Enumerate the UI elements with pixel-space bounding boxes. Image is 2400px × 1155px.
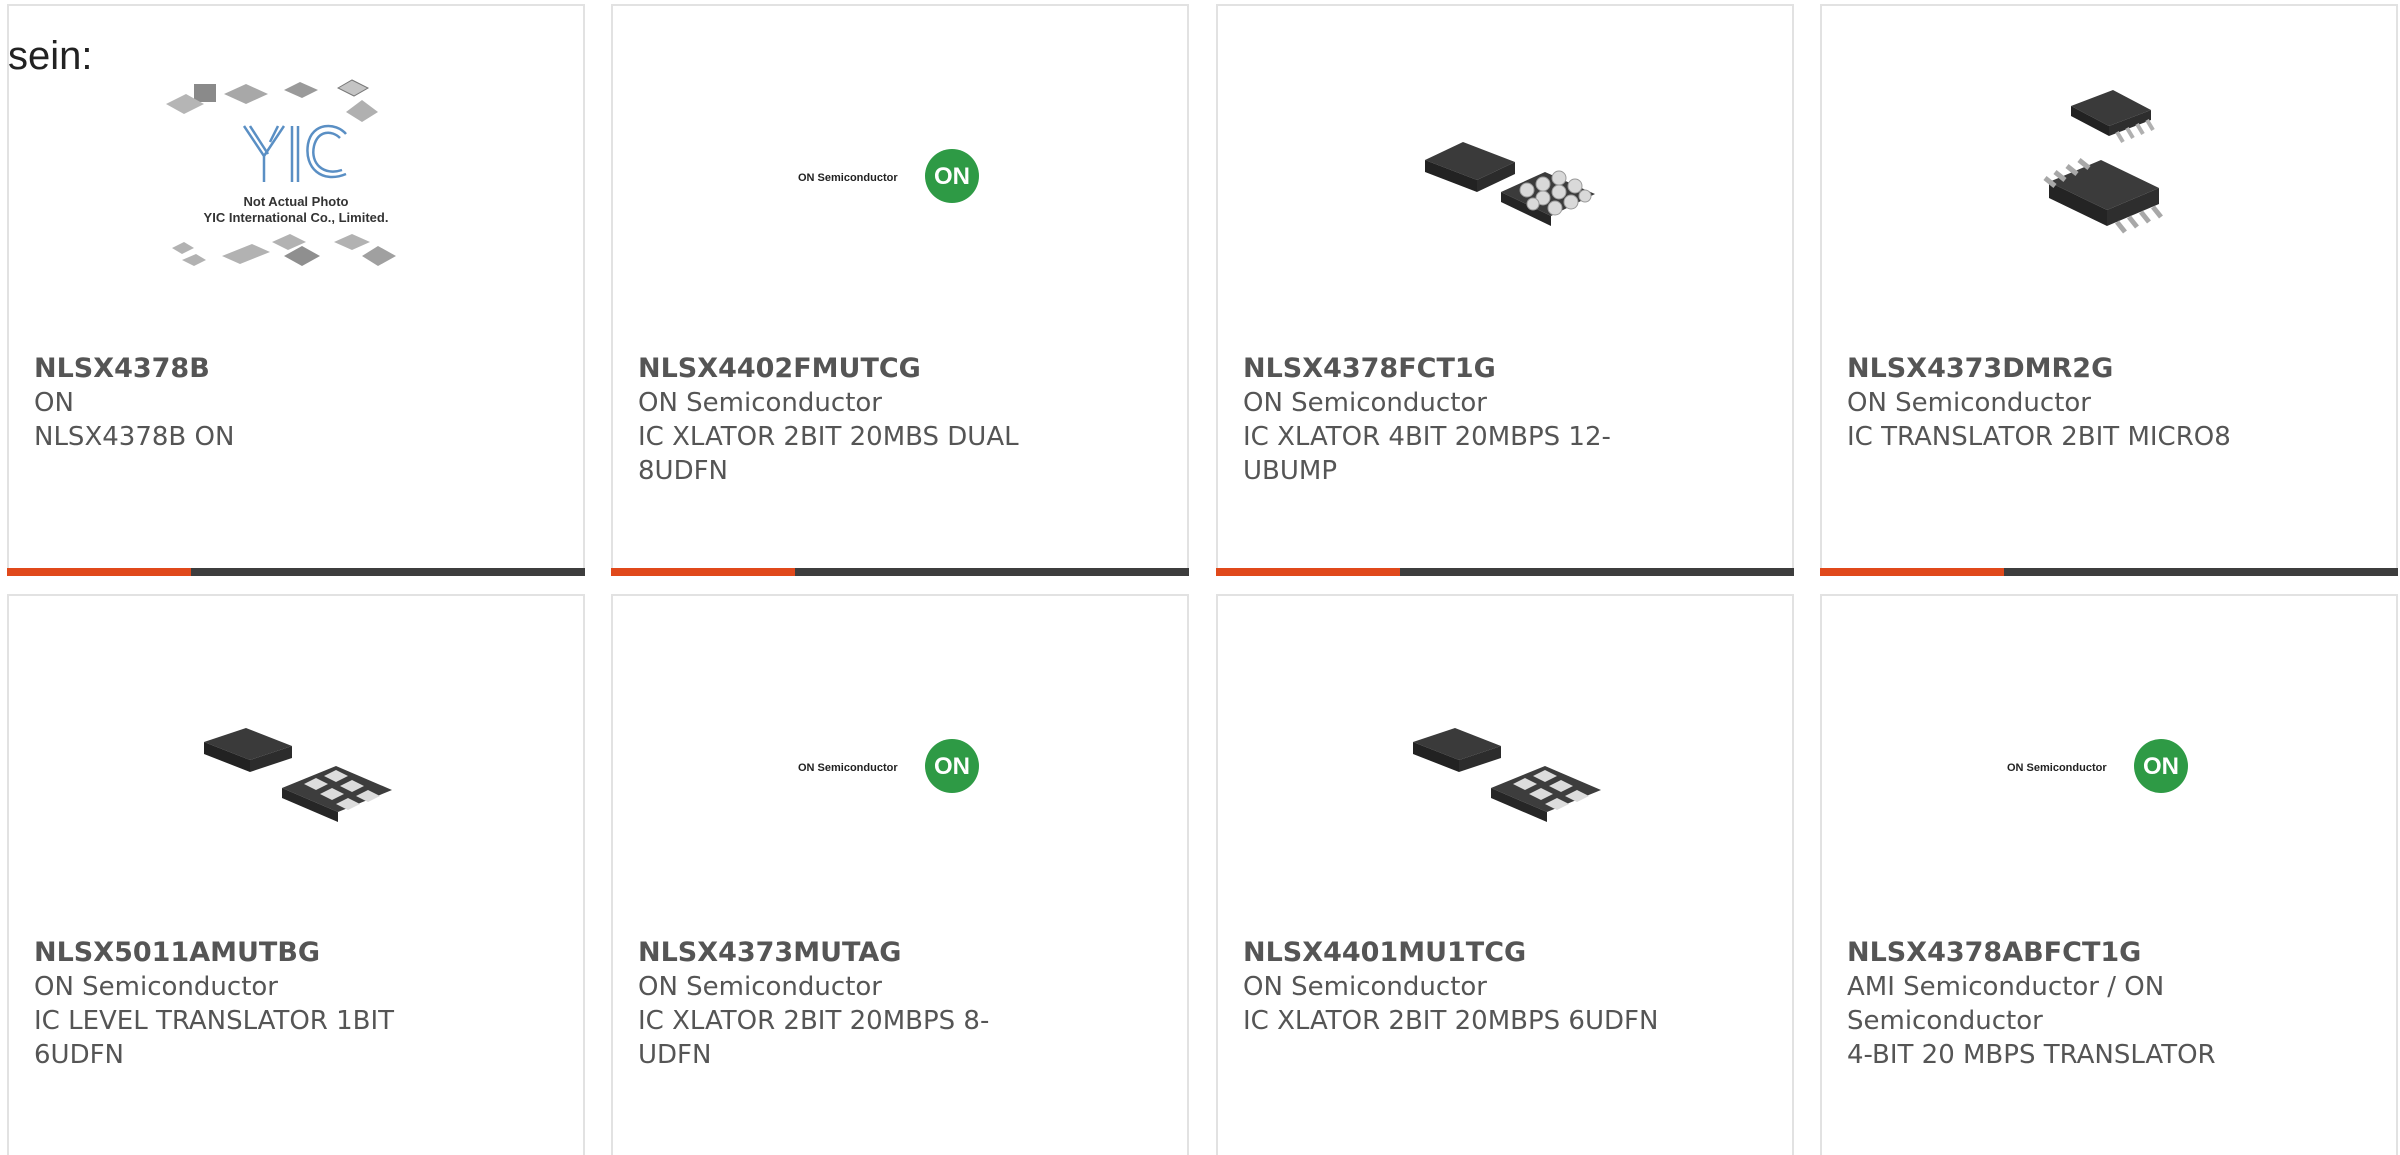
- logo-brand-text: ON Semiconductor: [798, 172, 898, 184]
- description: IC XLATOR 2BIT 20MBPS 6UDFN: [1243, 1006, 1659, 1036]
- card-footer-accent: [7, 568, 191, 576]
- description: IC XLATOR 4BIT 20MBPS 12-UBUMP: [1243, 422, 1611, 486]
- card-footer-bar: [611, 568, 1189, 576]
- product-card[interactable]: ON Semiconductor ON NLSX4402FMUTCG ON Se…: [611, 4, 1189, 576]
- product-image: [1822, 64, 2396, 288]
- product-image: ON Semiconductor ON: [613, 654, 1187, 878]
- product-image: ON Semiconductor ON: [613, 64, 1187, 288]
- bga-chip-icon: [1425, 142, 1595, 226]
- product-card[interactable]: NLSX4401MU1TCG ON Semiconductor IC XLATO…: [1216, 594, 1794, 1155]
- card-footer-accent: [611, 568, 795, 576]
- product-card[interactable]: NLSX4378FCT1G ON Semiconductor IC XLATOR…: [1216, 4, 1794, 576]
- card-footer-bar: [7, 568, 585, 576]
- product-image: ON Semiconductor ON: [1822, 654, 2396, 878]
- description: IC LEVEL TRANSLATOR 1BIT 6UDFN: [34, 1006, 395, 1070]
- logo-brand-text: ON Semiconductor: [798, 762, 898, 774]
- intro-text-fragment: sein:: [8, 34, 93, 78]
- logo-brand-text: ON Semiconductor: [2007, 762, 2107, 774]
- manufacturer: ON: [34, 388, 74, 418]
- card-footer-bar: [1820, 568, 2398, 576]
- placeholder-line2: YIC International Co., Limited.: [204, 210, 389, 225]
- manufacturer: ON Semiconductor: [638, 972, 882, 1002]
- manufacturer: ON Semiconductor: [638, 388, 882, 418]
- logo-mark-text: ON: [934, 753, 970, 780]
- part-number[interactable]: NLSX4373MUTAG: [638, 936, 1058, 970]
- part-number[interactable]: NLSX4378B: [34, 352, 454, 386]
- product-image: [1218, 64, 1792, 288]
- part-number[interactable]: NLSX4378FCT1G: [1243, 352, 1663, 386]
- logo-mark-text: ON: [934, 163, 970, 190]
- description: IC TRANSLATOR 2BIT MICRO8: [1847, 422, 2231, 452]
- product-card[interactable]: ON Semiconductor ON NLSX4378ABFCT1G AMI …: [1820, 594, 2398, 1155]
- part-number[interactable]: NLSX4401MU1TCG: [1243, 936, 1663, 970]
- manufacturer: ON Semiconductor: [1847, 388, 2091, 418]
- product-card[interactable]: ON Semiconductor ON NLSX4373MUTAG ON Sem…: [611, 594, 1189, 1155]
- part-number[interactable]: NLSX4378ABFCT1G: [1847, 936, 2267, 970]
- logo-mark-text: ON: [2143, 753, 2179, 780]
- description: NLSX4378B ON: [34, 422, 235, 452]
- description: 4-BIT 20 MBPS TRANSLATOR: [1847, 1040, 2216, 1070]
- on-semiconductor-logo-icon: ON Semiconductor ON: [2007, 739, 2188, 793]
- product-image: [9, 654, 583, 878]
- part-number[interactable]: NLSX5011AMUTBG: [34, 936, 454, 970]
- product-card[interactable]: Not Actual Photo YIC International Co., …: [7, 4, 585, 576]
- manufacturer: ON Semiconductor: [1243, 972, 1487, 1002]
- on-semiconductor-logo-icon: ON Semiconductor ON: [798, 739, 979, 793]
- product-image: [1218, 654, 1792, 878]
- description: IC XLATOR 2BIT 20MBS DUAL 8UDFN: [638, 422, 1019, 486]
- part-number[interactable]: NLSX4402FMUTCG: [638, 352, 1058, 386]
- product-card[interactable]: NLSX4373DMR2G ON Semiconductor IC TRANSL…: [1820, 4, 2398, 576]
- udfn-chip-icon: [204, 728, 392, 822]
- msop-chip-icon: [2043, 90, 2163, 234]
- udfn-chip-icon: [1413, 728, 1601, 822]
- manufacturer: AMI Semiconductor / ON Semiconductor: [1847, 972, 2165, 1036]
- product-card[interactable]: NLSX5011AMUTBG ON Semiconductor IC LEVEL…: [7, 594, 585, 1155]
- card-footer-accent: [1820, 568, 2004, 576]
- on-semiconductor-logo-icon: ON Semiconductor ON: [798, 149, 979, 203]
- description: IC XLATOR 2BIT 20MBPS 8-UDFN: [638, 1006, 990, 1070]
- not-actual-photo-icon: Not Actual Photo YIC International Co., …: [166, 79, 396, 266]
- manufacturer: ON Semiconductor: [34, 972, 278, 1002]
- part-number[interactable]: NLSX4373DMR2G: [1847, 352, 2267, 386]
- card-footer-bar: [1216, 568, 1794, 576]
- manufacturer: ON Semiconductor: [1243, 388, 1487, 418]
- placeholder-line1: Not Actual Photo: [244, 194, 349, 209]
- card-footer-accent: [1216, 568, 1400, 576]
- product-image-placeholder: Not Actual Photo YIC International Co., …: [9, 64, 583, 288]
